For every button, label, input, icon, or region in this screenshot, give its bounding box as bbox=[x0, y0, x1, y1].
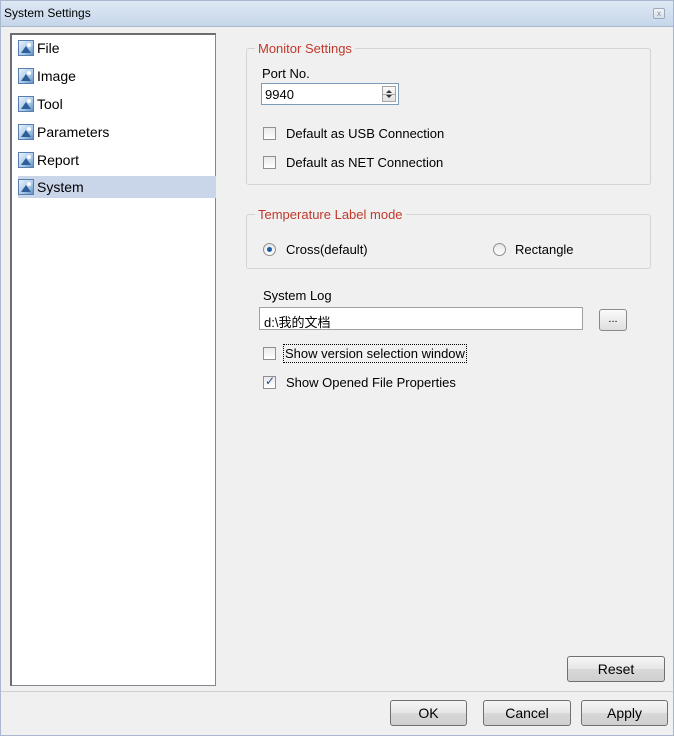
cancel-button[interactable]: Cancel bbox=[483, 700, 571, 726]
group-title: Temperature Label mode bbox=[255, 207, 406, 222]
spin-down-icon[interactable] bbox=[386, 95, 392, 98]
sidebar-item-image[interactable]: Image bbox=[18, 65, 214, 87]
port-label: Port No. bbox=[262, 66, 310, 81]
sidebar-item-label: File bbox=[37, 40, 60, 56]
version-window-checkbox[interactable] bbox=[263, 347, 276, 360]
spin-buttons[interactable] bbox=[382, 86, 396, 102]
reset-button[interactable]: Reset bbox=[567, 656, 665, 682]
close-button[interactable]: x bbox=[653, 8, 665, 19]
spin-up-icon[interactable] bbox=[386, 90, 392, 93]
title-bar[interactable]: System Settings x bbox=[1, 1, 673, 27]
category-tree[interactable]: File Image Tool Parameters Report System bbox=[10, 33, 216, 686]
system-log-label: System Log bbox=[263, 288, 332, 303]
cross-label[interactable]: Cross(default) bbox=[286, 242, 368, 257]
sidebar-item-label: Tool bbox=[37, 96, 63, 112]
port-stepper[interactable]: 9940 bbox=[261, 83, 399, 105]
opened-file-properties-checkbox[interactable] bbox=[263, 374, 276, 389]
picture-icon bbox=[18, 179, 34, 195]
sidebar-item-label: Report bbox=[37, 152, 80, 168]
version-window-label[interactable]: Show version selection window bbox=[283, 344, 467, 363]
sidebar-item-label: Image bbox=[37, 68, 76, 84]
system-settings-window: System Settings x File Image Tool Parame… bbox=[0, 0, 674, 736]
picture-icon bbox=[18, 152, 34, 168]
sidebar-item-parameters[interactable]: Parameters bbox=[18, 121, 214, 143]
picture-icon bbox=[18, 68, 34, 84]
net-connection-label[interactable]: Default as NET Connection bbox=[286, 155, 443, 170]
sidebar-item-file[interactable]: File bbox=[18, 37, 214, 59]
window-title: System Settings bbox=[4, 6, 91, 20]
opened-file-properties-label[interactable]: Show Opened File Properties bbox=[286, 375, 456, 390]
picture-icon bbox=[18, 40, 34, 56]
sidebar-item-label: System bbox=[37, 179, 84, 195]
bottom-separator bbox=[1, 691, 673, 692]
sidebar-item-tool[interactable]: Tool bbox=[18, 93, 214, 115]
apply-button[interactable]: Apply bbox=[581, 700, 668, 726]
rectangle-label[interactable]: Rectangle bbox=[515, 242, 574, 257]
cross-radio[interactable] bbox=[263, 243, 276, 256]
ok-button[interactable]: OK bbox=[390, 700, 467, 726]
browse-button[interactable]: ... bbox=[599, 309, 627, 331]
picture-icon bbox=[18, 124, 34, 140]
usb-connection-checkbox[interactable] bbox=[263, 127, 276, 140]
system-log-path-field[interactable]: d:\我的文档 bbox=[259, 307, 583, 330]
port-value[interactable]: 9940 bbox=[265, 87, 294, 102]
usb-connection-label[interactable]: Default as USB Connection bbox=[286, 126, 444, 141]
sidebar-item-report[interactable]: Report bbox=[18, 149, 214, 171]
net-connection-checkbox[interactable] bbox=[263, 156, 276, 169]
sidebar-item-system[interactable]: System bbox=[18, 176, 216, 198]
sidebar-item-label: Parameters bbox=[37, 124, 110, 140]
rectangle-radio[interactable] bbox=[493, 243, 506, 256]
picture-icon bbox=[18, 96, 34, 112]
group-title: Monitor Settings bbox=[255, 41, 355, 56]
